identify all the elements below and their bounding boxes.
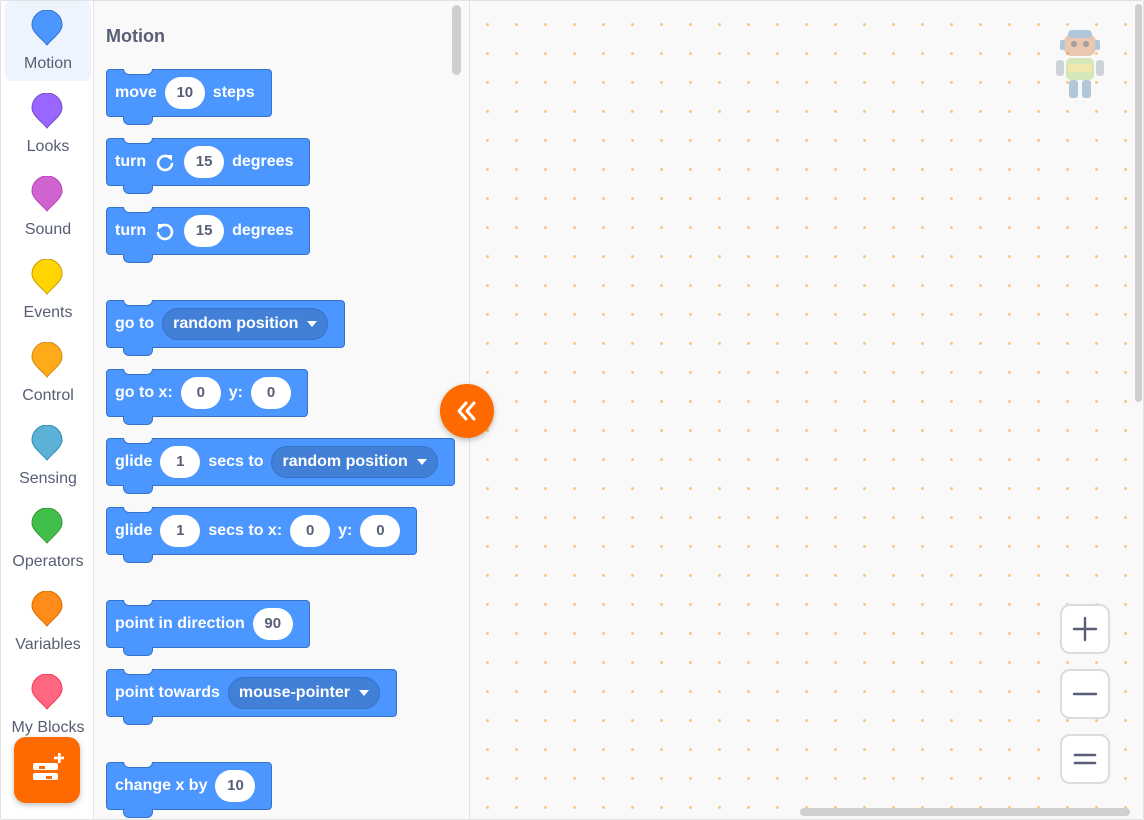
caret-down-icon (307, 321, 318, 327)
block-palette[interactable]: Motion move 10 steps turn 15 degrees tur… (94, 1, 470, 819)
category-looks[interactable]: Looks (5, 84, 91, 164)
point-in-direction-block[interactable]: point in direction 90 (106, 600, 310, 656)
block-text: point towards (115, 684, 220, 701)
plus-icon (1072, 616, 1098, 642)
category-sidebar: Motion Looks Sound Events Control Sensin… (3, 1, 94, 819)
category-label: Variables (15, 636, 81, 653)
zoom-in-button[interactable] (1060, 604, 1110, 654)
point-towards-block[interactable]: point towards mouse-pointer (106, 669, 398, 725)
collapse-palette-button[interactable] (440, 384, 494, 438)
x-input[interactable]: 0 (290, 515, 331, 547)
glide-to-dropdown[interactable]: random position (271, 446, 438, 478)
zoom-out-button[interactable] (1060, 669, 1110, 719)
add-extension-button[interactable] (14, 737, 80, 803)
category-label: Motion (23, 55, 73, 72)
category-control[interactable]: Control (5, 333, 91, 413)
caret-down-icon (416, 459, 427, 465)
block-text: move (115, 84, 157, 101)
degrees-input[interactable]: 15 (184, 146, 225, 178)
add-extension-icon (33, 753, 64, 780)
dropdown-value: random position (173, 315, 299, 332)
block-text: secs to x: (208, 522, 283, 539)
x-input[interactable]: 0 (180, 377, 221, 409)
my-blocks-category-icon (31, 674, 63, 710)
category-label: Looks (26, 138, 70, 155)
block-text: change x by (115, 777, 208, 794)
turn-left-block[interactable]: turn 15 degrees (106, 207, 311, 263)
category-label: Operators (12, 553, 84, 570)
palette-title: Motion (106, 26, 165, 46)
control-category-icon (31, 342, 63, 378)
rotate-right-icon (156, 154, 174, 172)
block-text: point in direction (115, 615, 245, 632)
point-towards-dropdown[interactable]: mouse-pointer (227, 677, 381, 709)
variables-category-icon (31, 591, 63, 627)
block-text: y: (228, 384, 243, 401)
operators-category-icon (31, 508, 63, 544)
motion-category-icon (31, 10, 63, 46)
glide-xy-block[interactable]: glide 1 secs to x: 0 y: 0 (106, 507, 418, 563)
block-text: y: (338, 522, 353, 539)
zoom-reset-button[interactable] (1060, 734, 1110, 784)
secs-input[interactable]: 1 (160, 515, 201, 547)
secs-input[interactable]: 1 (160, 446, 201, 478)
change-x-input[interactable]: 10 (215, 770, 256, 802)
category-label: My Blocks (11, 719, 85, 736)
category-events[interactable]: Events (5, 250, 91, 330)
steps-input[interactable]: 10 (164, 77, 205, 109)
category-label: Control (22, 387, 74, 404)
category-label: Events (23, 304, 73, 321)
y-input[interactable]: 0 (251, 377, 291, 409)
block-text: glide (115, 522, 153, 539)
block-text: secs to (208, 453, 264, 470)
dropdown-value: mouse-pointer (238, 684, 351, 701)
block-text: turn (115, 222, 147, 239)
go-to-xy-block[interactable]: go to x: 0 y: 0 (106, 369, 308, 425)
turn-right-block[interactable]: turn 15 degrees (106, 138, 311, 194)
workspace-horizontal-scrollbar[interactable] (800, 808, 1130, 816)
caret-down-icon (359, 690, 370, 696)
equals-icon (1073, 753, 1097, 765)
block-text: degrees (232, 222, 294, 239)
change-x-block[interactable]: change x by 10 (106, 762, 273, 818)
minus-icon (1072, 692, 1098, 696)
category-operators[interactable]: Operators (5, 499, 91, 579)
block-text: go to (115, 315, 155, 332)
category-my-blocks[interactable]: My Blocks (5, 665, 91, 745)
dropdown-value: random position (282, 453, 408, 470)
direction-input[interactable]: 90 (252, 608, 293, 640)
workspace-vertical-scrollbar[interactable] (1135, 4, 1142, 402)
block-text: degrees (232, 153, 294, 170)
block-text: go to x: (115, 384, 173, 401)
category-label: Sound (24, 221, 72, 238)
double-chevron-left-icon (457, 401, 476, 421)
block-text: turn (115, 153, 147, 170)
editor-frame: Motion Looks Sound Events Control Sensin… (0, 0, 1144, 820)
robot-sprite-icon (1056, 30, 1104, 98)
category-sound[interactable]: Sound (5, 167, 91, 247)
palette-scrollbar[interactable] (452, 5, 461, 75)
category-motion[interactable]: Motion (5, 1, 91, 81)
sound-category-icon (31, 176, 63, 212)
rotate-left-icon (156, 223, 174, 241)
block-text: glide (115, 453, 153, 470)
script-workspace[interactable] (470, 1, 1143, 819)
category-label: Sensing (19, 470, 77, 487)
glide-to-block[interactable]: glide 1 secs to random position (106, 438, 455, 494)
looks-category-icon (31, 93, 63, 129)
move-steps-block[interactable]: move 10 steps (106, 69, 272, 125)
events-category-icon (31, 259, 63, 295)
sensing-category-icon (31, 425, 63, 461)
block-text: steps (212, 84, 255, 101)
go-to-block[interactable]: go to random position (106, 300, 346, 356)
category-variables[interactable]: Variables (5, 582, 91, 662)
category-sensing[interactable]: Sensing (5, 416, 91, 496)
go-to-dropdown[interactable]: random position (162, 308, 329, 340)
degrees-input[interactable]: 15 (184, 215, 225, 247)
y-input[interactable]: 0 (360, 515, 401, 547)
